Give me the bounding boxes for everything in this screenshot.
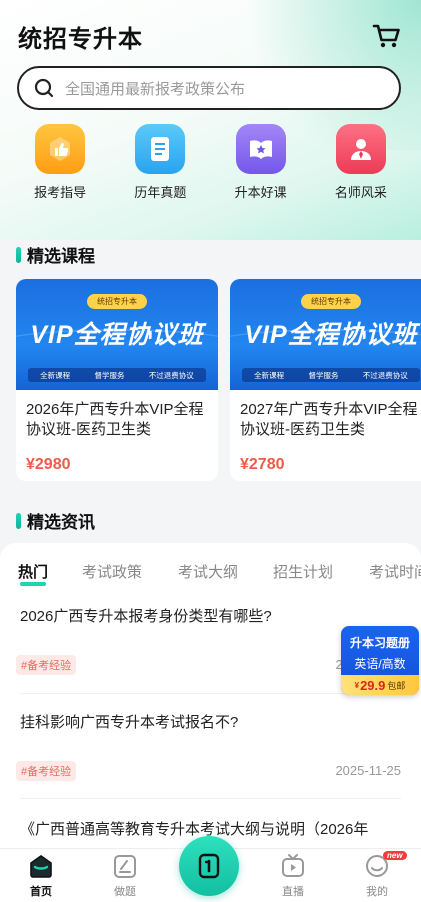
promo-title: 升本习题册 bbox=[349, 636, 410, 650]
banner-feature: 不过退费协议 bbox=[362, 370, 408, 380]
course-carousel[interactable]: 统招专升本 VIP全程协议班 全新课程 督学服务 不过退费协议 2026年广西专… bbox=[16, 279, 421, 481]
article-date: 2025-11-25 bbox=[335, 763, 401, 778]
news-panel: 热门 考试政策 考试大纲 招生计划 考试时间 2026广西专升本报考身份类型有哪… bbox=[0, 543, 421, 848]
tab-hot[interactable]: 热门 bbox=[18, 561, 48, 586]
course-banner: 统招专升本 VIP全程协议班 全新课程 督学服务 不过退费协议 bbox=[16, 279, 218, 390]
article-title: 2026广西专升本报考身份类型有哪些? bbox=[20, 608, 272, 625]
app-title: 统招专升本 bbox=[18, 25, 143, 53]
banner-feature: 督学服务 bbox=[94, 370, 125, 380]
quick-label-past-papers: 历年真题 bbox=[134, 185, 187, 200]
section-title-news-text: 精选资讯 bbox=[27, 513, 95, 532]
tabbar-item-home[interactable]: 首页 bbox=[11, 849, 71, 899]
quick-label-guide: 报考指导 bbox=[34, 185, 87, 200]
tabbar-label-home: 首页 bbox=[30, 886, 52, 898]
tab-exam-time[interactable]: 考试时间 bbox=[369, 561, 421, 582]
banner-feature: 全新课程 bbox=[254, 370, 285, 380]
search-icon bbox=[34, 78, 54, 98]
section-accent-bar bbox=[16, 512, 21, 529]
banner-tag: 统招专升本 bbox=[87, 294, 147, 309]
practice-icon bbox=[110, 851, 140, 881]
live-tv-icon bbox=[278, 851, 308, 881]
star-book-icon bbox=[235, 124, 286, 174]
section-title-news: 精选资讯 bbox=[16, 508, 95, 533]
banner-feature: 督学服务 bbox=[308, 370, 339, 380]
banner-feature: 全新课程 bbox=[40, 370, 71, 380]
promo-currency: ¥ bbox=[354, 680, 360, 690]
quick-item-teachers[interactable]: 名师风采 bbox=[316, 124, 406, 204]
quick-label-teachers: 名师风采 bbox=[334, 185, 387, 200]
course-price: ¥2980 bbox=[26, 456, 71, 473]
section-accent-bar bbox=[16, 246, 21, 263]
thumbs-up-icon bbox=[35, 124, 86, 174]
new-badge: new bbox=[383, 851, 407, 860]
shopping-cart-icon bbox=[372, 24, 400, 48]
promo-note: 包邮 bbox=[387, 680, 406, 691]
tabbar-item-live[interactable]: 直播 bbox=[263, 849, 323, 899]
search-bar[interactable]: 全国通用最新报考政策公布 bbox=[17, 66, 401, 110]
quick-label-courses: 升本好课 bbox=[234, 185, 287, 200]
tab-exam-policy[interactable]: 考试政策 bbox=[82, 561, 142, 582]
article-title: 挂科影响广西专升本考试报名不? bbox=[20, 714, 239, 731]
teacher-icon bbox=[335, 124, 386, 174]
section-title-courses-text: 精选课程 bbox=[27, 247, 95, 266]
home-icon bbox=[26, 851, 56, 881]
article-tag: #备考经验 bbox=[16, 655, 77, 675]
article-item[interactable]: 挂科影响广西专升本考试报名不? #备考经验 2025-11-25 bbox=[16, 711, 401, 801]
tabbar-label-profile: 我的 bbox=[366, 886, 388, 898]
document-icon bbox=[135, 124, 186, 174]
promo-price: 29.9 bbox=[360, 677, 386, 693]
tabbar-item-profile[interactable]: new 我的 bbox=[347, 849, 407, 899]
center-book-button[interactable] bbox=[179, 836, 239, 896]
divider bbox=[20, 798, 401, 799]
book-center-icon bbox=[198, 853, 220, 879]
quick-item-courses[interactable]: 升本好课 bbox=[216, 124, 306, 204]
banner-title: VIP全程协议班 bbox=[30, 321, 204, 349]
banner-features: 全新课程 督学服务 不过退费协议 bbox=[28, 368, 206, 382]
tabbar-item-practice[interactable]: 做题 bbox=[95, 849, 155, 899]
banner-feature: 不过退费协议 bbox=[148, 370, 194, 380]
quick-menu: 报考指导 历年真题 升本好课 名师风采 bbox=[0, 124, 421, 204]
course-name: 2027年广西专升本VIP全程协议班-医药卫生类 bbox=[240, 401, 418, 438]
quick-item-past-papers[interactable]: 历年真题 bbox=[115, 124, 205, 204]
course-price: ¥2780 bbox=[240, 456, 285, 473]
course-card[interactable]: 统招专升本 VIP全程协议班 全新课程 督学服务 不过退费协议 2026年广西专… bbox=[16, 279, 218, 481]
course-card[interactable]: 统招专升本 VIP全程协议班 全新课程 督学服务 不过退费协议 2027年广西专… bbox=[230, 279, 421, 481]
banner-features: 全新课程 督学服务 不过退费协议 bbox=[242, 368, 420, 382]
promo-subtitle: 英语/高数 bbox=[354, 657, 406, 671]
news-tabs: 热门 考试政策 考试大纲 招生计划 考试时间 bbox=[0, 561, 421, 587]
search-placeholder: 全国通用最新报考政策公布 bbox=[65, 80, 246, 98]
banner-tag: 统招专升本 bbox=[301, 294, 361, 309]
promo-price-bar: ¥ 29.9 包邮 bbox=[341, 675, 419, 695]
article-tag: #备考经验 bbox=[16, 761, 77, 781]
section-title-courses: 精选课程 bbox=[16, 242, 95, 267]
quick-item-guide[interactable]: 报考指导 bbox=[15, 124, 105, 204]
course-name: 2026年广西专升本VIP全程协议班-医药卫生类 bbox=[26, 401, 204, 438]
banner-title: VIP全程协议班 bbox=[244, 321, 418, 349]
tab-enrollment-plan[interactable]: 招生计划 bbox=[273, 561, 333, 582]
app-header: 统招专升本 bbox=[18, 18, 403, 54]
course-banner: 统招专升本 VIP全程协议班 全新课程 督学服务 不过退费协议 bbox=[230, 279, 421, 390]
cart-button[interactable] bbox=[371, 20, 403, 52]
promo-workbook-button[interactable]: 升本习题册 英语/高数 ¥ 29.9 包邮 bbox=[341, 626, 419, 695]
tab-exam-syllabus[interactable]: 考试大纲 bbox=[178, 561, 238, 582]
